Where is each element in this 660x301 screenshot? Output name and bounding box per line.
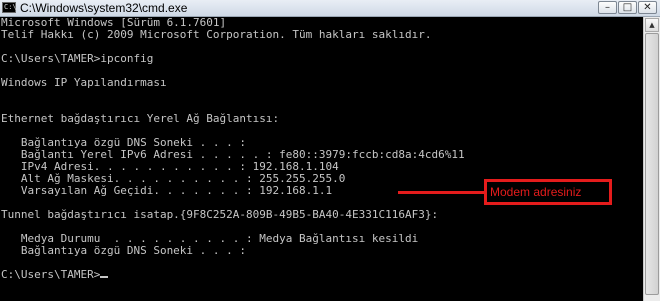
cmd-window: C:\ C:\Windows\system32\cmd.exe – □ ✕ Mi… [0, 0, 660, 301]
console-line: Bağlantıya özgü DNS Soneki . . . : [1, 244, 247, 257]
window-title: C:\Windows\system32\cmd.exe [20, 1, 188, 15]
console-line: Ethernet bağdaştırıcı Yerel Ağ Bağlantıs… [1, 112, 280, 125]
annotation-box: Modem adresiniz [484, 179, 612, 205]
close-button[interactable]: ✕ [638, 1, 657, 14]
console-line: Tunnel bağdaştırıcı isatap.{9F8C252A-809… [1, 208, 439, 221]
text-cursor [100, 276, 109, 278]
console-output[interactable]: Microsoft Windows [Sürüm 6.1.7601] Telif… [0, 17, 643, 301]
console-line: Telif Hakkı (c) 2009 Microsoft Corporati… [1, 28, 432, 41]
prompt-line[interactable]: C:\Users\TAMER> [1, 268, 109, 281]
prompt-text: C:\Users\TAMER> [1, 268, 101, 281]
cmd-icon[interactable]: C:\ [2, 2, 17, 13]
console-line: Windows IP Yapılandırması [1, 76, 167, 89]
maximize-button[interactable]: □ [618, 1, 637, 14]
scrollbar-thumb[interactable] [645, 33, 659, 295]
console-line: C:\Users\TAMER>ipconfig [1, 52, 154, 65]
scroll-up-arrow-icon[interactable]: ▲ [645, 18, 659, 32]
cmd-icon-glyph: C:\ [4, 3, 17, 11]
vertical-scrollbar[interactable]: ▲ [643, 17, 660, 301]
console-line: Varsayılan Ağ Geçidi. . . . . . . : 192.… [1, 184, 333, 197]
annotation-label: Modem adresiniz [490, 185, 582, 199]
title-bar[interactable]: C:\ C:\Windows\system32\cmd.exe – □ ✕ [0, 0, 660, 17]
minimize-button[interactable]: – [598, 1, 617, 14]
annotation-arrow-line [398, 191, 484, 194]
